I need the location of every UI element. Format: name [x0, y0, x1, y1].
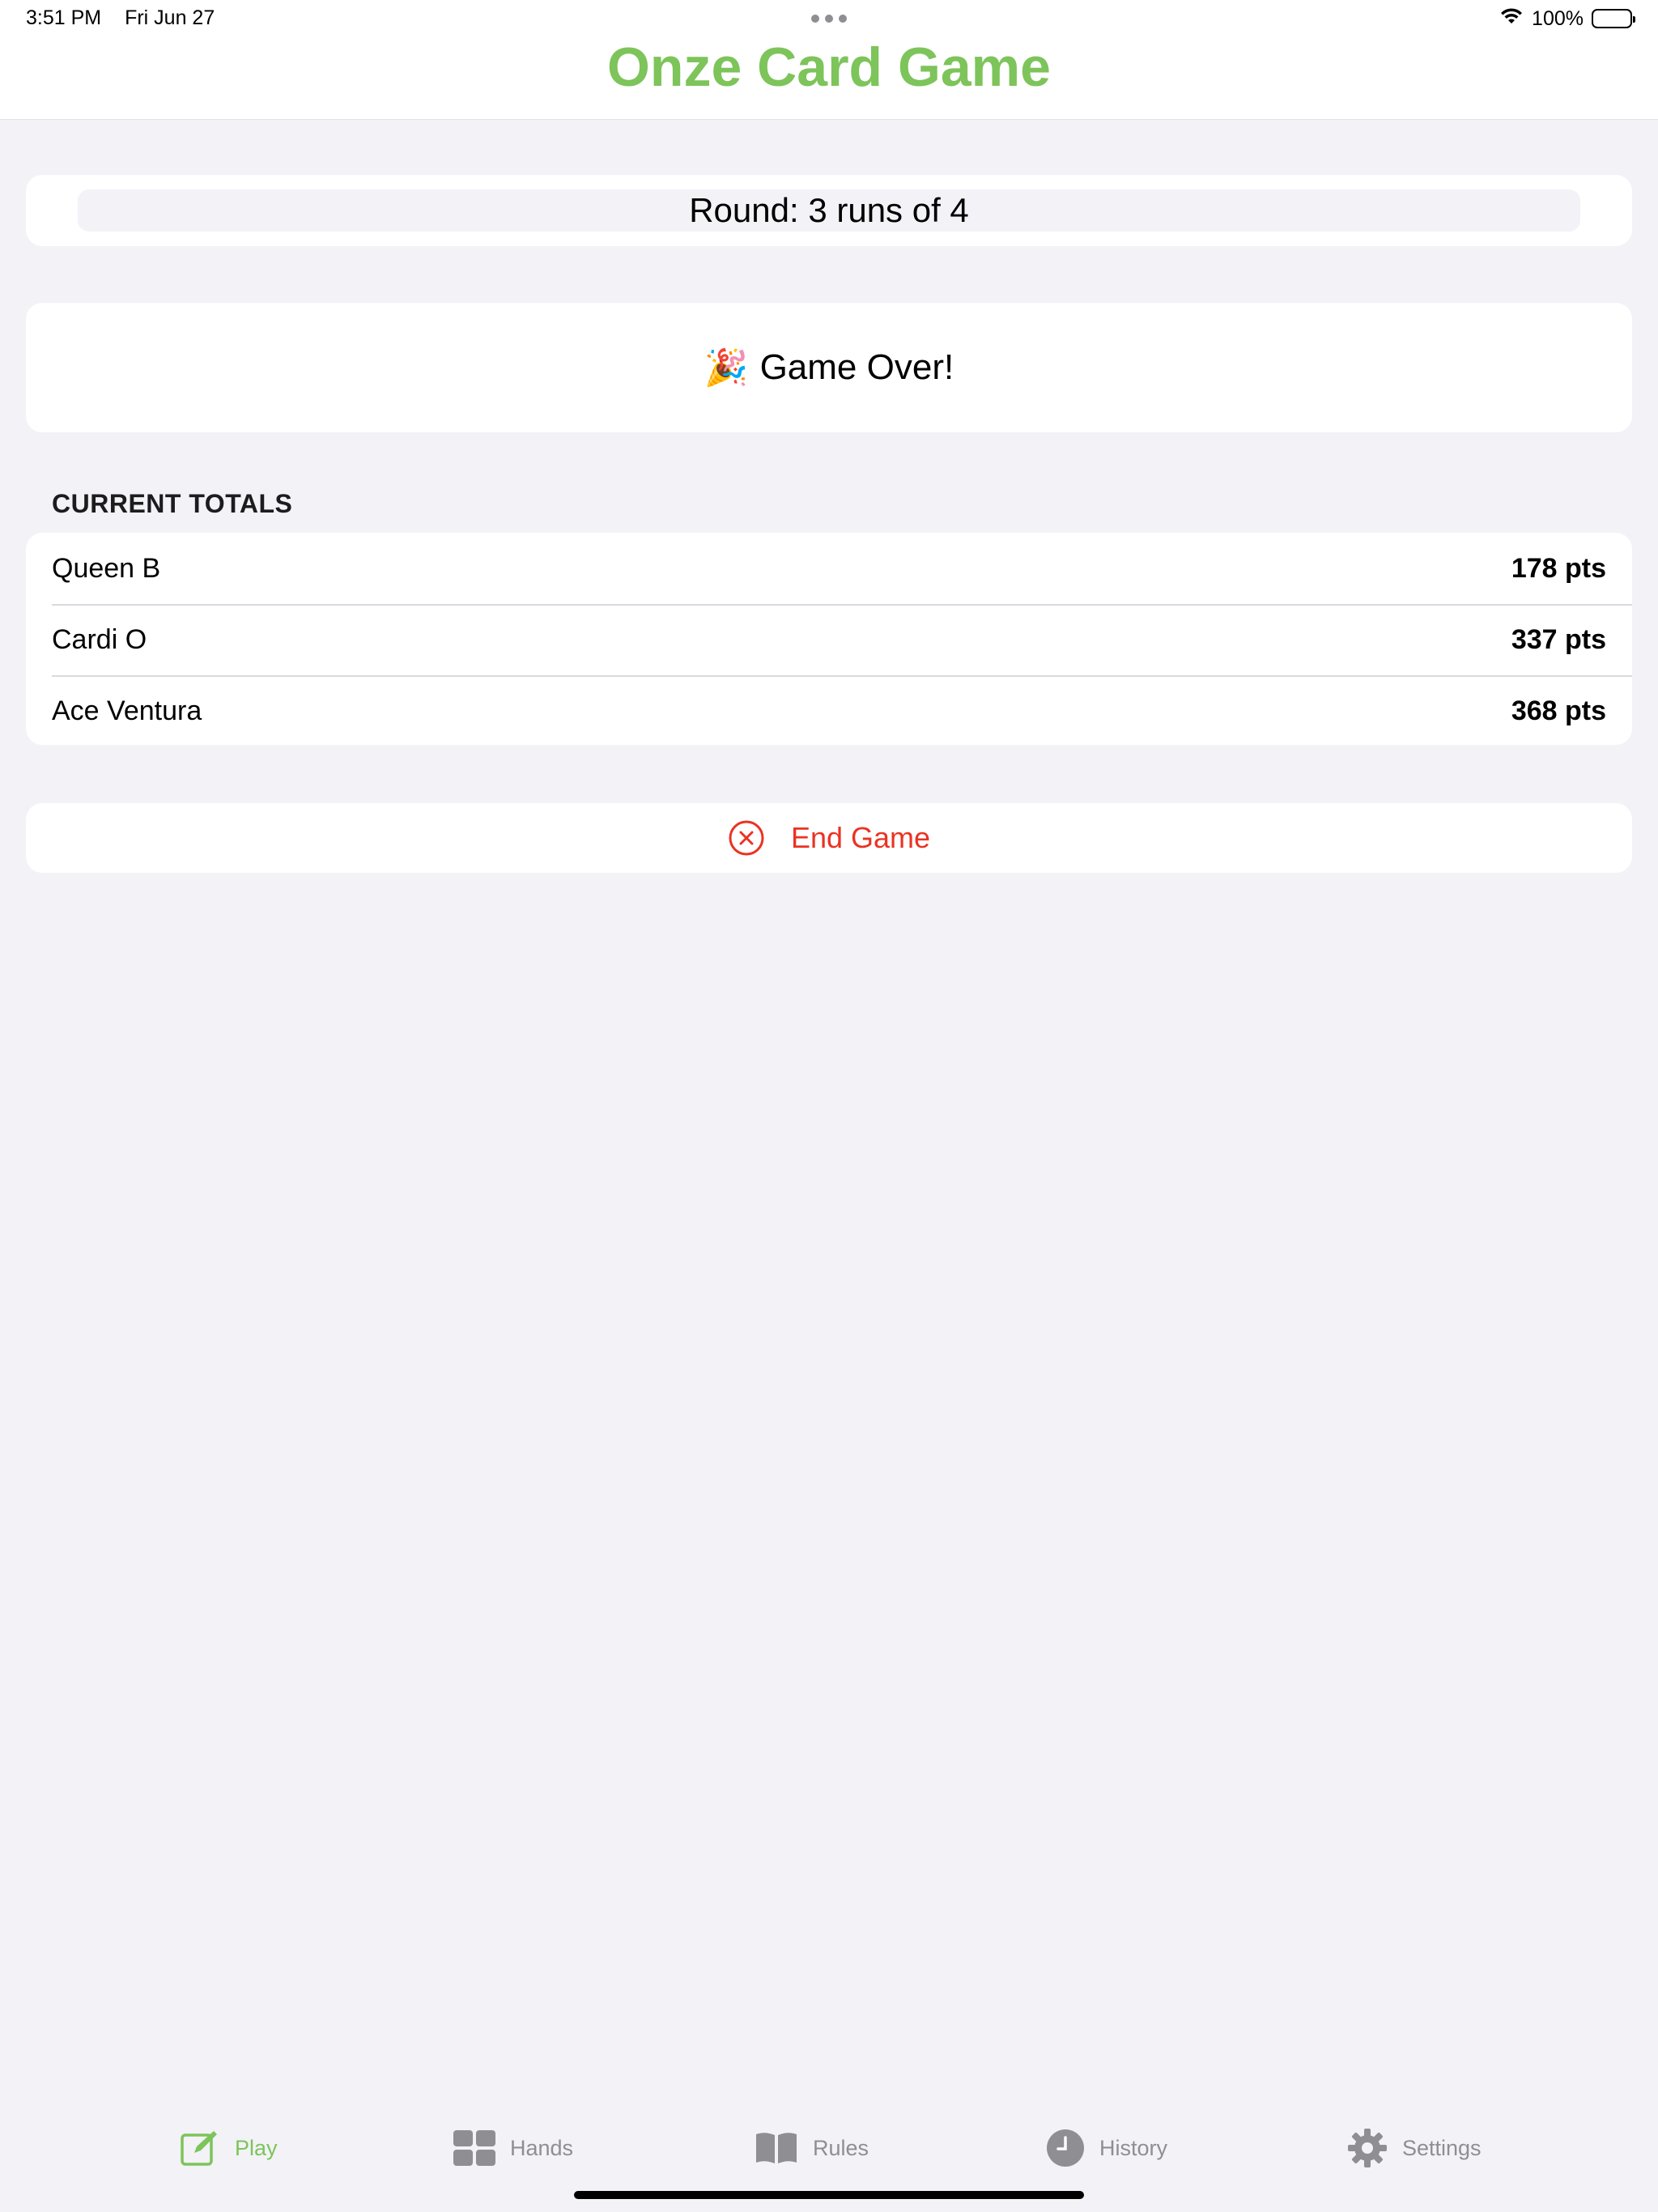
player-name: Queen B — [52, 552, 161, 584]
player-name: Ace Ventura — [52, 695, 202, 726]
list-item: Queen B 178 pts — [26, 533, 1632, 604]
tab-label: History — [1099, 2135, 1168, 2160]
round-card: Round: 3 runs of 4 — [26, 175, 1632, 246]
list-item: Cardi O 337 pts — [26, 604, 1632, 675]
tab-bar: Play Hands Rules History Settings — [0, 2105, 1658, 2194]
player-points: 178 pts — [1511, 552, 1606, 584]
game-over-text: Game Over! — [759, 347, 954, 387]
player-name: Cardi O — [52, 623, 147, 655]
square-pencil-icon — [180, 2129, 220, 2167]
home-indicator[interactable] — [574, 2191, 1084, 2199]
totals-list: Queen B 178 pts Cardi O 337 pts Ace Vent… — [26, 533, 1632, 745]
tab-label: Hands — [510, 2135, 574, 2160]
tab-hands[interactable]: Hands — [453, 2126, 573, 2170]
round-selector[interactable]: Round: 3 runs of 4 — [78, 189, 1580, 232]
game-over-card: 🎉 Game Over! — [26, 303, 1632, 432]
wifi-icon — [1499, 7, 1524, 31]
clock-icon — [1046, 2129, 1085, 2167]
grid-icon — [453, 2130, 495, 2166]
status-date: Fri Jun 27 — [125, 6, 215, 29]
tab-history[interactable]: History — [1046, 2126, 1167, 2170]
player-points: 337 pts — [1511, 623, 1606, 655]
tab-label: Rules — [813, 2135, 869, 2160]
multitasking-dots-icon[interactable] — [811, 15, 847, 23]
tab-label: Settings — [1402, 2135, 1482, 2160]
header: 3:51 PM Fri Jun 27 100% Onze Card Game — [0, 0, 1658, 120]
party-popper-icon: 🎉 — [704, 348, 749, 388]
status-time: 3:51 PM — [26, 6, 102, 29]
tab-settings[interactable]: Settings — [1347, 2126, 1482, 2170]
gear-icon — [1347, 2128, 1388, 2168]
end-game-button[interactable]: End Game — [26, 803, 1632, 873]
end-game-label: End Game — [790, 821, 931, 854]
list-item: Ace Ventura 368 pts — [26, 675, 1632, 745]
battery-percent: 100% — [1532, 6, 1584, 30]
tab-play[interactable]: Play — [180, 2126, 278, 2170]
page-title: Onze Card Game — [607, 36, 1051, 98]
book-icon — [755, 2131, 798, 2165]
tab-label: Play — [235, 2135, 278, 2160]
totals-section-header: CURRENT TOTALS — [52, 489, 293, 518]
player-points: 368 pts — [1511, 695, 1606, 726]
status-bar-right: 100% — [1499, 5, 1635, 32]
battery-icon — [1592, 9, 1635, 28]
status-bar-left: 3:51 PM Fri Jun 27 — [26, 6, 215, 30]
tab-rules[interactable]: Rules — [755, 2126, 869, 2170]
x-circle-icon — [728, 819, 765, 857]
app-screen: 3:51 PM Fri Jun 27 100% Onze Card Game R… — [0, 0, 1658, 2212]
